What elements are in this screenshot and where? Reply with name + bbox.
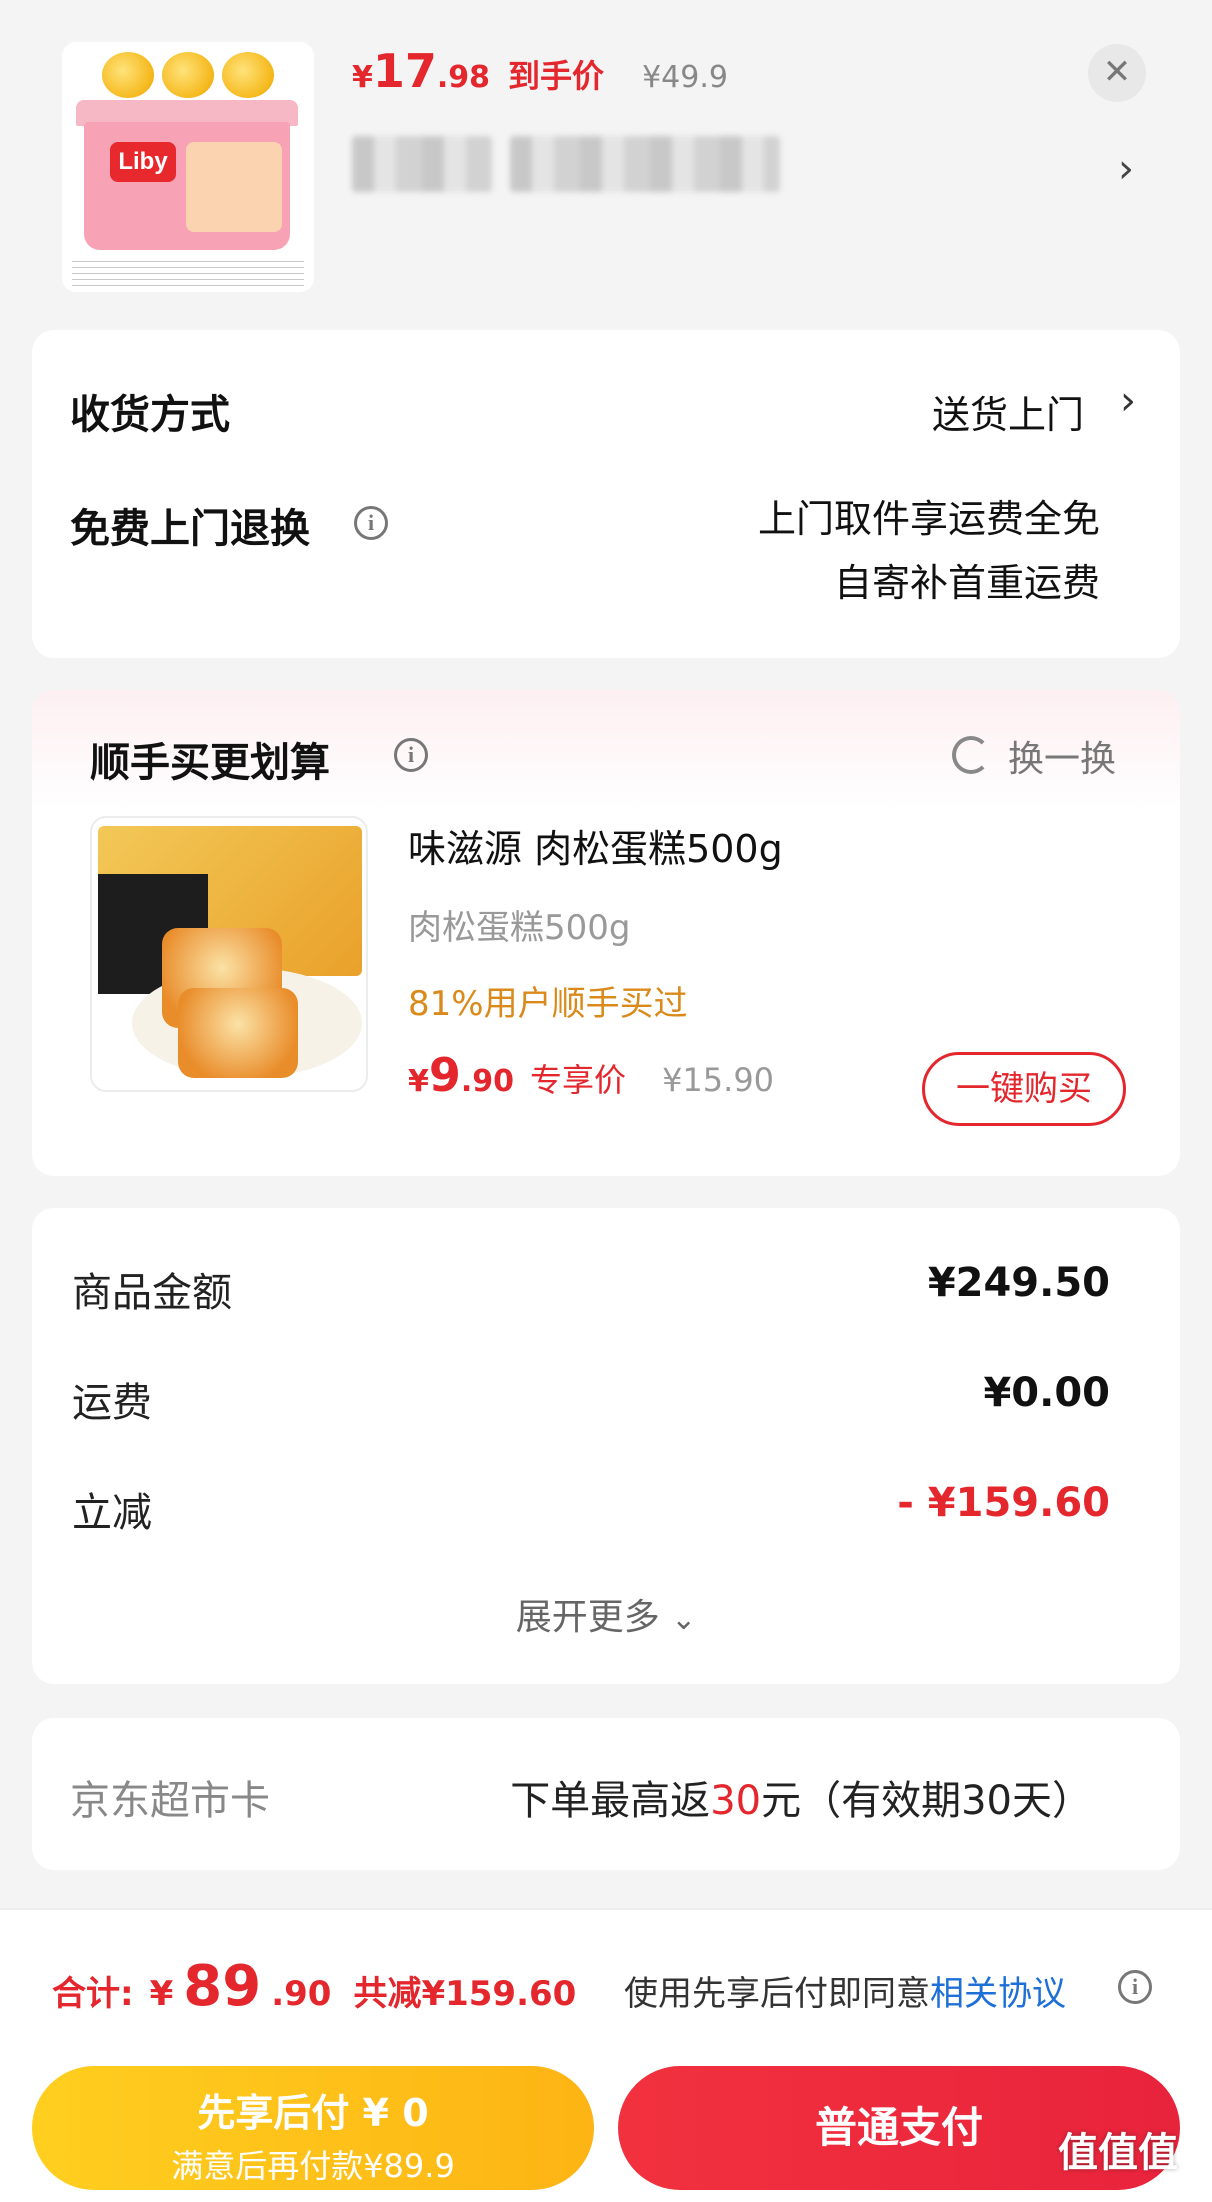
agreement-link[interactable]: 相关协议	[930, 1974, 1066, 2014]
summary-value: ¥0.00	[983, 1370, 1110, 1416]
return-line-2: 自寄补首重运费	[833, 561, 1100, 605]
product-price: ¥17.98	[352, 44, 491, 98]
bundle-price: ¥9.90	[408, 1048, 515, 1102]
close-button[interactable]: ✕	[1088, 44, 1146, 102]
total-saved: 共减¥159.60	[353, 1974, 577, 2014]
checkout-bar: 合计: ¥89.90 共减¥159.60 使用先享后付即同意相关协议 i 先享后…	[0, 1908, 1212, 2202]
bundle-item-name[interactable]: 味滋源 肉松蛋糕500g	[408, 818, 783, 873]
cake-piece	[178, 988, 298, 1078]
summary-label: 商品金额	[72, 1270, 232, 1316]
card-amount: 30	[710, 1778, 762, 1824]
agreement-line: 使用先享后付即同意相关协议	[624, 1974, 1066, 2014]
summary-label: 立减	[72, 1490, 152, 1536]
blurred-title	[510, 136, 780, 192]
pay-later-button[interactable]: 先享后付 ¥ 0 满意后再付款¥89.9	[32, 2066, 594, 2190]
delivery-value[interactable]: 送货上门	[932, 384, 1084, 439]
product-image[interactable]: Liby	[62, 42, 314, 292]
bundle-price-tag: 专享价	[530, 1061, 627, 1099]
box-label	[186, 142, 282, 232]
original-price: ¥49.9	[642, 60, 728, 95]
price-tag: 到手价	[508, 57, 605, 95]
pay-later-subtitle: 满意后再付款¥89.9	[171, 2147, 455, 2185]
bundle-item-spec: 肉松蛋糕500g	[408, 908, 631, 948]
pay-later-title: 先享后付 ¥ 0	[197, 2091, 429, 2135]
bundle-original-price: ¥15.90	[662, 1061, 775, 1099]
expand-more-button[interactable]: 展开更多 ⌄	[32, 1588, 1180, 1640]
product-header: Liby ¥17.98 到手价 ¥49.9 ✕ ›	[0, 0, 1212, 330]
one-click-buy-button[interactable]: 一键购买	[922, 1052, 1126, 1126]
chevron-right-icon[interactable]: ›	[1118, 146, 1134, 192]
site-watermark: 值值值	[1058, 2130, 1178, 2176]
detergent-pod-icon	[102, 52, 154, 98]
bundle-card: 顺手买更划算 i 换一换 味滋源 肉松蛋糕500g 肉松蛋糕500g 81%用户…	[32, 690, 1180, 1176]
bundle-title: 顺手买更划算	[90, 740, 330, 786]
return-line-1: 上门取件享运费全免	[757, 497, 1100, 541]
blurred-title	[352, 136, 492, 192]
bundle-price-line: ¥9.90 专享价 ¥15.90	[408, 1048, 774, 1102]
total-amount: 89	[183, 1954, 262, 2019]
delivery-card: 收货方式 送货上门 › 免费上门退换 i 上门取件享运费全免 自寄补首重运费	[32, 330, 1180, 658]
bundle-item-image[interactable]	[90, 816, 368, 1092]
summary-value: ¥249.50	[927, 1260, 1110, 1306]
box-fine-print	[72, 256, 304, 286]
supermarket-card[interactable]: 京东超市卡 下单最高返30元（有效期30天）	[32, 1718, 1180, 1870]
product-price-line: ¥17.98 到手价 ¥49.9	[352, 44, 728, 104]
detergent-pod-icon	[222, 52, 274, 98]
chevron-right-icon[interactable]: ›	[1120, 378, 1136, 424]
info-icon[interactable]: i	[354, 506, 388, 540]
order-summary-card: 商品金额 ¥249.50 运费 ¥0.00 立减 - ¥159.60 展开更多 …	[32, 1208, 1180, 1684]
info-icon[interactable]: i	[394, 738, 428, 772]
card-label: 京东超市卡	[70, 1778, 270, 1824]
detergent-pod-icon	[162, 52, 214, 98]
swap-button[interactable]: 换一换	[1008, 730, 1116, 782]
chevron-down-icon: ⌄	[671, 1602, 697, 1637]
card-offer: 下单最高返30元（有效期30天）	[510, 1778, 1092, 1824]
info-icon[interactable]: i	[1118, 1970, 1152, 2004]
bundle-item-stat: 81%用户顺手买过	[408, 984, 688, 1024]
delivery-label: 收货方式	[70, 392, 230, 438]
return-label: 免费上门退换	[70, 506, 310, 552]
brand-logo: Liby	[110, 142, 176, 182]
summary-label: 运费	[72, 1380, 152, 1426]
expand-more-label: 展开更多	[515, 1597, 660, 1638]
discount-value: - ¥159.60	[897, 1480, 1110, 1526]
refresh-icon[interactable]	[952, 736, 990, 774]
total-line: 合计: ¥89.90 共减¥159.60	[52, 1954, 577, 2019]
total-label: 合计:	[52, 1974, 134, 2014]
